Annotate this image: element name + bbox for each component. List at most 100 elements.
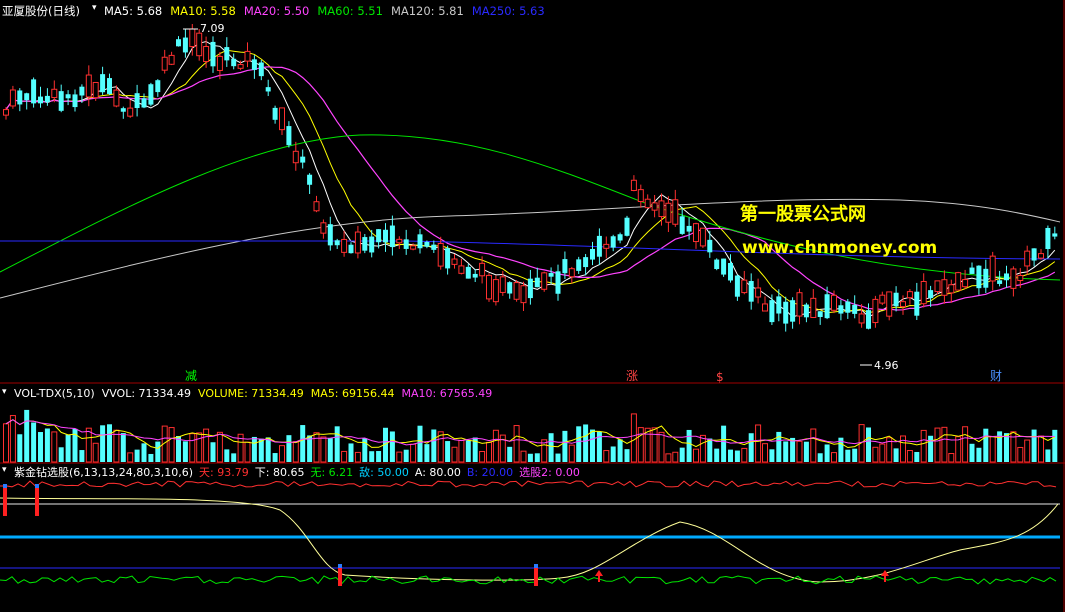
- candle-body: [38, 96, 43, 104]
- candle-body: [286, 126, 292, 146]
- volume-bar: [817, 453, 823, 462]
- volume-bar: [962, 426, 969, 463]
- event-marker-finance[interactable]: 财: [990, 369, 1002, 383]
- candle-body: [562, 259, 568, 274]
- indicator-value: 敌: 50.00: [359, 465, 409, 479]
- low-annotation: 4.96: [860, 359, 899, 372]
- volume-bar: [127, 452, 134, 463]
- indicator-value: MA10: 5.58: [170, 4, 236, 18]
- candle-body: [527, 278, 533, 299]
- volume-bar: [348, 443, 354, 462]
- candle-body: [555, 271, 561, 294]
- volume-bar: [665, 453, 672, 463]
- volume-bar: [389, 431, 395, 462]
- volume-bar: [417, 425, 423, 462]
- candle-body: [134, 93, 140, 109]
- candle-body: [989, 255, 996, 282]
- candle-body: [596, 235, 602, 257]
- volume-bar: [872, 446, 879, 463]
- candle-body: [776, 296, 782, 314]
- volume-bar: [272, 453, 278, 462]
- volume-bar: [845, 449, 851, 462]
- candle-body: [203, 46, 210, 63]
- candle-body: [58, 91, 64, 111]
- candle-body: [279, 107, 285, 131]
- volume-bar: [216, 431, 223, 463]
- volume-bar: [492, 429, 499, 463]
- volume-bar: [707, 438, 713, 462]
- candle-body: [161, 56, 168, 71]
- candle-body: [755, 287, 762, 298]
- chevron-down-icon[interactable]: ▾: [2, 387, 7, 397]
- candle-body: [155, 80, 161, 93]
- indicator-value: MA60: 5.51: [317, 4, 383, 18]
- high-annotation: 7.09: [183, 22, 225, 35]
- signal-bar-top: [534, 564, 538, 568]
- volume-bar: [658, 431, 665, 463]
- volume-bar: [341, 450, 348, 463]
- indicator-value: VOL-TDX(5,10): [14, 387, 95, 400]
- candle-body: [9, 89, 16, 107]
- volume-bar: [210, 442, 216, 462]
- signal-bar: [534, 568, 538, 586]
- candle-body: [431, 244, 437, 250]
- volume-bar: [148, 453, 154, 462]
- indicator-value: A: 80.00: [415, 466, 461, 479]
- candle-body: [603, 243, 610, 249]
- volume-bar: [1045, 449, 1051, 462]
- candle-body: [1024, 250, 1031, 267]
- chevron-down-icon[interactable]: ▾: [92, 3, 97, 13]
- candle-body: [948, 284, 955, 294]
- candle-body: [31, 79, 37, 104]
- candle-body: [417, 234, 423, 249]
- event-marker-reduce[interactable]: 减: [185, 369, 197, 383]
- candle-body: [348, 244, 354, 254]
- volume-bar: [630, 413, 637, 463]
- chevron-down-icon[interactable]: ▾: [2, 465, 7, 475]
- volume-bar: [796, 440, 803, 463]
- candle-body: [424, 241, 430, 247]
- volume-bar: [934, 427, 941, 463]
- candle-body: [65, 94, 71, 99]
- volume-bar: [445, 441, 451, 462]
- low-label: 4.96: [874, 359, 899, 372]
- candle-body: [189, 28, 196, 48]
- candle-body: [748, 281, 754, 302]
- volume-bar: [989, 436, 996, 463]
- candle-body: [307, 174, 313, 185]
- volume-bar: [714, 448, 720, 462]
- candle-body: [341, 238, 348, 253]
- indicator-value: MA250: 5.63: [472, 4, 545, 18]
- candle-body: [803, 304, 809, 318]
- candle-body: [962, 279, 969, 288]
- candle-body: [107, 78, 112, 94]
- candle-body: [507, 282, 513, 294]
- volume-bar: [728, 449, 733, 462]
- candle-body: [168, 54, 175, 65]
- volume-bar: [762, 443, 768, 463]
- volume-bar: [1031, 429, 1037, 462]
- candle-body: [568, 268, 575, 278]
- volume-bar: [810, 428, 817, 463]
- volume-bar: [879, 443, 886, 463]
- event-marker-rise[interactable]: 涨: [626, 368, 638, 383]
- candle-body: [100, 74, 106, 93]
- volume-bar: [906, 450, 913, 463]
- candle-body: [44, 95, 50, 103]
- volume-bar: [562, 430, 568, 462]
- volume-bar: [313, 432, 320, 463]
- candle-body: [113, 89, 120, 107]
- candle-body: [17, 90, 23, 105]
- candlesticks: [3, 23, 1058, 332]
- volume-bar: [182, 441, 188, 462]
- volume-bar: [1017, 446, 1024, 463]
- candle-body: [997, 280, 1003, 284]
- candle-body: [127, 107, 134, 117]
- kline-chart[interactable]: 亚厦股份(日线) ▾ MA5: 5.68 MA10: 5.58 MA20: 5.50…: [0, 0, 1065, 612]
- volume-bar: [513, 425, 520, 463]
- signal-sky-line: [0, 480, 1057, 488]
- volume-bar: [189, 433, 196, 463]
- candle-body: [376, 229, 382, 243]
- event-marker-dollar[interactable]: $: [716, 370, 724, 384]
- candle-body: [383, 229, 388, 243]
